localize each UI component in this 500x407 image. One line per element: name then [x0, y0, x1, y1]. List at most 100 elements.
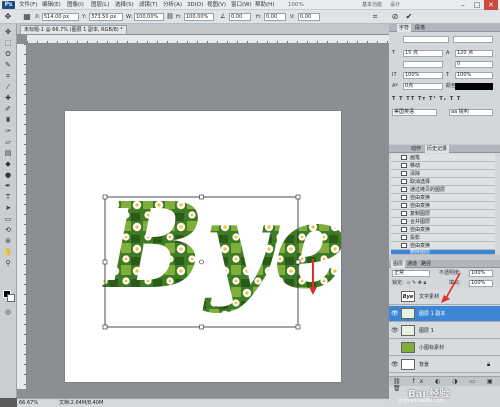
- layer-row[interactable]: 小图标素材: [389, 340, 500, 356]
- history-item[interactable]: 自由变换: [391, 242, 495, 250]
- history-item[interactable]: 通过拷贝的图层: [391, 186, 495, 194]
- menu-filter[interactable]: 滤镜(T): [139, 1, 158, 9]
- w-field[interactable]: 100.00%: [134, 13, 164, 21]
- tab-character[interactable]: 字符: [397, 24, 412, 32]
- vskew-field[interactable]: 0.00: [298, 13, 320, 21]
- eye-icon[interactable]: 👁︎: [391, 327, 399, 334]
- blur-icon[interactable]: ◆: [2, 160, 14, 169]
- opacity-field[interactable]: 100%: [469, 270, 493, 277]
- minimize-icon[interactable]: –: [456, 0, 470, 10]
- layer-action-icons[interactable]: ⛓ fx ◐ ◑ ▭ ▣ 🗑︎: [393, 378, 500, 392]
- document-tab[interactable]: 未标题-1 @ 66.7% (图层 1 副本, RGB/8) *: [20, 25, 127, 34]
- eye-icon[interactable]: 👁︎: [391, 361, 399, 368]
- history-item-selected[interactable]: 删除图层: [391, 250, 495, 255]
- 3d-orbit-icon[interactable]: ⊛: [2, 237, 14, 246]
- menu-analysis[interactable]: 分析(A): [163, 1, 182, 9]
- menu-layer[interactable]: 图层(L): [91, 1, 109, 9]
- workspace-essentials[interactable]: 基本功能: [362, 1, 382, 9]
- menu-view[interactable]: 视图(V): [207, 1, 226, 9]
- menu-edit[interactable]: 编辑(E): [42, 1, 61, 9]
- brush-icon[interactable]: ✐: [2, 105, 14, 114]
- angle-field[interactable]: 0.00: [229, 13, 251, 21]
- menu-3d[interactable]: 3D(D): [187, 1, 203, 9]
- quick-select-icon[interactable]: ✎: [2, 61, 14, 70]
- path-select-icon[interactable]: ➤: [2, 204, 14, 213]
- font-size-field[interactable]: 15 点: [403, 50, 443, 57]
- dodge-icon[interactable]: ●: [2, 171, 14, 180]
- tab-history[interactable]: 历史记录: [425, 145, 450, 153]
- marquee-icon[interactable]: ⬚: [2, 39, 14, 48]
- background-color-swatch[interactable]: [7, 294, 15, 302]
- commit-transform-icon[interactable]: ✔: [404, 12, 414, 22]
- horizontal-scale-field[interactable]: 100%: [455, 72, 493, 79]
- baseline-field[interactable]: 0点: [403, 83, 443, 90]
- kerning-field[interactable]: [403, 61, 443, 68]
- reference-point-icon[interactable]: ▦: [22, 12, 32, 22]
- x-field[interactable]: 514.00 px: [42, 13, 79, 21]
- history-item[interactable]: 取消选择: [391, 178, 495, 186]
- history-item[interactable]: 自由变换: [391, 226, 495, 234]
- language-field[interactable]: 美国英语: [392, 109, 437, 116]
- healing-icon[interactable]: ✚: [2, 94, 14, 103]
- lock-icons[interactable]: ▫ ✎ ✥ 🔒︎: [407, 280, 426, 287]
- menu-file[interactable]: 文件(F): [19, 1, 37, 9]
- vertical-ruler[interactable]: [17, 44, 27, 389]
- hskew-field[interactable]: 0.00: [264, 13, 286, 21]
- history-brush-icon[interactable]: ✑: [2, 127, 14, 136]
- y-field[interactable]: 373.50 px: [89, 13, 123, 21]
- hand-icon[interactable]: ✋: [2, 248, 14, 257]
- crop-icon[interactable]: ⌗: [2, 72, 14, 81]
- shape-icon[interactable]: ▭: [2, 215, 14, 224]
- history-item[interactable]: 投影: [391, 234, 495, 242]
- warp-icon[interactable]: ⌗: [370, 12, 380, 22]
- h-field[interactable]: 100.00%: [184, 13, 214, 21]
- horizontal-ruler[interactable]: [27, 35, 389, 44]
- move-icon[interactable]: ✥: [2, 28, 14, 37]
- gradient-icon[interactable]: ▤: [2, 149, 14, 158]
- history-item[interactable]: 画笔: [391, 154, 495, 162]
- history-item[interactable]: 移动: [391, 162, 495, 170]
- antialias-field[interactable]: aa 锐利: [449, 109, 493, 116]
- quick-mask-icon[interactable]: ◎: [2, 308, 14, 317]
- layer-row[interactable]: 👁︎ 背景 🔒︎: [389, 357, 500, 373]
- layer-row[interactable]: 👁︎ 图层 1: [389, 323, 500, 339]
- visibility-toggle-off[interactable]: [391, 293, 398, 300]
- font-style-field[interactable]: [453, 36, 493, 43]
- workspace-design[interactable]: 设计: [390, 1, 400, 9]
- eye-icon[interactable]: 👁︎: [391, 310, 399, 317]
- menu-select[interactable]: 选择(S): [115, 1, 134, 9]
- stamp-icon[interactable]: ♜: [2, 116, 14, 125]
- blend-mode-select[interactable]: 正常: [392, 270, 430, 277]
- type-icon[interactable]: T: [2, 193, 14, 202]
- menu-help[interactable]: 帮助(H): [255, 1, 274, 9]
- leading-field[interactable]: 120 点: [455, 50, 493, 57]
- fill-field[interactable]: 100%: [469, 280, 493, 287]
- cancel-transform-icon[interactable]: ⊘: [390, 12, 400, 22]
- link-icon[interactable]: ⛓: [165, 12, 175, 22]
- move-tool-icon[interactable]: ✥: [3, 12, 13, 22]
- status-zoom[interactable]: 66.67%: [19, 400, 38, 407]
- menu-window[interactable]: 窗口(W): [231, 1, 252, 9]
- history-item[interactable]: 自由变换: [391, 202, 495, 210]
- font-family-field[interactable]: [403, 36, 449, 43]
- text-color-swatch[interactable]: [455, 83, 493, 90]
- pen-icon[interactable]: ✒: [2, 182, 14, 191]
- history-item[interactable]: 清除: [391, 170, 495, 178]
- vertical-scale-field[interactable]: 100%: [403, 72, 443, 79]
- history-item[interactable]: 自由变换: [391, 194, 495, 202]
- maximize-icon[interactable]: □: [470, 0, 484, 10]
- eyedropper-icon[interactable]: ⁄: [2, 83, 14, 92]
- tab-actions[interactable]: 动作: [409, 145, 423, 153]
- history-item[interactable]: 合并图层: [391, 218, 495, 226]
- tab-channels[interactable]: 通道: [405, 260, 419, 268]
- tab-layers[interactable]: 图层: [391, 260, 406, 268]
- close-window-icon[interactable]: ✕: [484, 0, 498, 10]
- zoom-icon[interactable]: ⚲: [2, 259, 14, 268]
- tracking-field[interactable]: 0: [455, 61, 493, 68]
- text-style-buttons[interactable]: T T TT Tт T¹ T₁ T T: [392, 96, 461, 103]
- zoom-display[interactable]: 100%: [288, 1, 304, 9]
- menu-image[interactable]: 图像(I): [67, 1, 84, 9]
- history-item[interactable]: 复制图层: [391, 210, 495, 218]
- 3d-rotate-icon[interactable]: ⟲: [2, 226, 14, 235]
- canvas[interactable]: Bye: [65, 111, 348, 382]
